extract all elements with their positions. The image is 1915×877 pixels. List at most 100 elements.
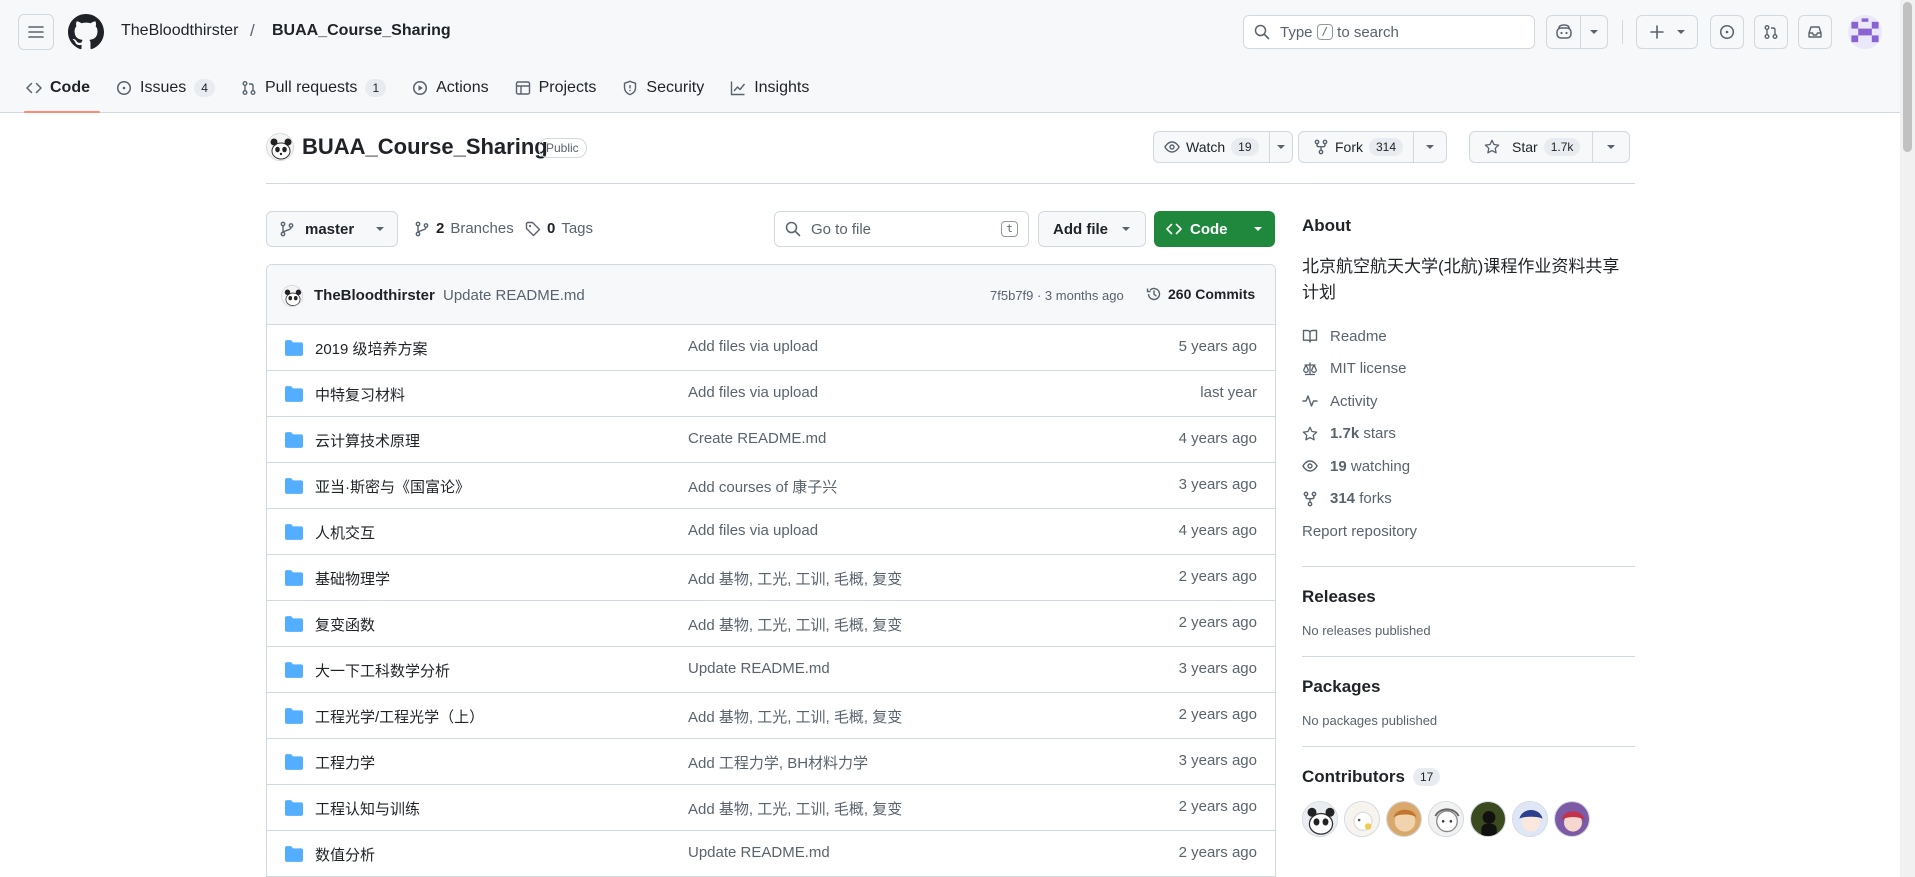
tab-code[interactable]: Code [16,70,100,113]
watching-link[interactable]: 19 watching [1302,450,1635,483]
breadcrumb-owner[interactable]: TheBloodthirster [121,22,238,40]
contributor-avatar[interactable] [1470,800,1506,837]
releases-heading[interactable]: Releases [1302,587,1635,607]
file-row[interactable]: 中特复习材料 Add files via upload last year [267,371,1275,417]
go-to-file-input[interactable]: Go to file t [774,211,1029,247]
license-label: MIT license [1330,360,1407,378]
tab-issues[interactable]: Issues 4 [106,70,225,106]
file-commit-message[interactable]: Add 基物, 工光, 工训, 毛概, 复变 [688,798,902,819]
contributor-avatar[interactable] [1344,800,1380,837]
file-row[interactable]: 云计算技术原理 Create README.md 4 years ago [267,417,1275,463]
file-name[interactable]: 云计算技术原理 [315,430,420,451]
tab-insights[interactable]: Insights [720,70,819,106]
scrollbar-thumb[interactable] [1903,2,1912,152]
file-commit-message[interactable]: Add 基物, 工光, 工训, 毛概, 复变 [688,614,902,635]
commit-hash-time[interactable]: 7f5b7f9 · 3 months ago [990,288,1124,303]
file-name[interactable]: 中特复习材料 [315,384,405,405]
commits-link[interactable]: 260 Commits [1146,286,1255,302]
file-commit-message[interactable]: Add courses of 康子兴 [688,476,837,497]
code-button[interactable]: Code [1154,211,1275,247]
breadcrumb-repo[interactable]: BUAA_Course_Sharing [272,22,451,40]
file-name[interactable]: 复变函数 [315,614,375,635]
file-name[interactable]: 亚当·斯密与《国富论》 [315,476,470,497]
file-row[interactable]: 数值分析 Update README.md 2 years ago [267,831,1275,877]
issues-button[interactable] [1710,15,1744,49]
packages-heading[interactable]: Packages [1302,677,1635,697]
file-name[interactable]: 工程光学/工程光学（上） [315,706,484,727]
search-input[interactable]: Type / to search [1243,15,1535,49]
file-commit-message[interactable]: Update README.md [688,844,830,861]
file-row[interactable]: 大一下工科数学分析 Update README.md 3 years ago [267,647,1275,693]
license-link[interactable]: MIT license [1302,353,1635,386]
contributor-avatar[interactable] [1302,800,1338,837]
fork-button[interactable]: Fork 314 [1299,132,1415,162]
file-commit-message[interactable]: Add files via upload [688,338,818,355]
file-name[interactable]: 工程认知与训练 [315,798,420,819]
watch-button[interactable]: Watch 19 [1154,132,1270,162]
file-name[interactable]: 工程力学 [315,752,375,773]
git-branch-icon [414,221,430,237]
file-commit-message[interactable]: Add 基物, 工光, 工训, 毛概, 复变 [688,568,902,589]
menu-button[interactable] [18,14,54,50]
star-button[interactable]: Star 1.7k [1470,132,1594,162]
file-row[interactable]: 工程光学/工程光学（上） Add 基物, 工光, 工训, 毛概, 复变 2 year… [267,693,1275,739]
contributor-avatar[interactable] [1554,800,1590,837]
file-commit-message[interactable]: Add files via upload [688,522,818,539]
star-dropdown[interactable] [1593,132,1629,162]
create-new-button[interactable] [1636,15,1698,49]
branches-link[interactable]: 2 Branches [414,220,514,237]
commit-author-avatar[interactable] [281,285,303,307]
fork-dropdown[interactable] [1414,132,1446,162]
contributor-avatar[interactable] [1512,800,1548,837]
tab-projects[interactable]: Projects [505,70,607,106]
github-logo-icon[interactable] [68,14,104,50]
shield-icon [622,80,638,96]
file-name[interactable]: 人机交互 [315,522,375,543]
file-commit-message[interactable]: Add files via upload [688,384,818,401]
tab-actions[interactable]: Actions [402,70,498,106]
commit-message[interactable]: Update README.md [443,287,585,304]
file-row[interactable]: 2019 级培养方案 Add files via upload 5 years ag… [267,325,1275,371]
watch-dropdown[interactable] [1270,132,1292,162]
add-file-button[interactable]: Add file [1038,211,1146,247]
report-repository-link[interactable]: Report repository [1302,515,1635,548]
file-name[interactable]: 基础物理学 [315,568,390,589]
tab-security[interactable]: Security [612,70,714,106]
contributor-avatar[interactable] [1386,800,1422,837]
commit-author[interactable]: TheBloodthirster [314,287,435,304]
file-commit-message[interactable]: Add 工程力学, BH材料力学 [688,752,868,773]
page-scrollbar[interactable] [1900,0,1915,877]
file-commit-message[interactable]: Update README.md [688,660,830,677]
inbox-button[interactable] [1798,15,1832,49]
forks-link[interactable]: 314 forks [1302,483,1635,516]
branch-select-button[interactable]: master [266,211,398,247]
activity-link[interactable]: Activity [1302,385,1635,418]
fork-count: 314 [1369,138,1404,156]
copilot-dropdown[interactable] [1581,16,1607,48]
file-commit-message[interactable]: Add 基物, 工光, 工训, 毛概, 复变 [688,706,902,727]
file-name[interactable]: 2019 级培养方案 [315,338,428,359]
tags-link[interactable]: 0 Tags [525,220,593,237]
repo-name[interactable]: BUAA_Course_Sharing [302,134,548,160]
tags-label: Tags [561,220,594,237]
contributors-heading[interactable]: Contributors [1302,767,1405,787]
file-row[interactable]: 复变函数 Add 基物, 工光, 工训, 毛概, 复变 2 years ago [267,601,1275,647]
pull-requests-button[interactable] [1754,15,1788,49]
repo-owner-avatar[interactable] [266,133,294,161]
file-commit-message[interactable]: Create README.md [688,430,826,447]
file-row[interactable]: 基础物理学 Add 基物, 工光, 工训, 毛概, 复变 2 years ago [267,555,1275,601]
table-icon [515,80,531,96]
file-name[interactable]: 大一下工科数学分析 [315,660,450,681]
user-avatar[interactable] [1848,15,1882,49]
file-row[interactable]: 人机交互 Add files via upload 4 years ago [267,509,1275,555]
tab-pull-requests[interactable]: Pull requests 1 [231,70,396,106]
file-row[interactable]: 亚当·斯密与《国富论》 Add courses of 康子兴 3 years ago [267,463,1275,509]
file-name[interactable]: 数值分析 [315,844,375,865]
readme-link[interactable]: Readme [1302,320,1635,353]
file-row[interactable]: 工程力学 Add 工程力学, BH材料力学 3 years ago [267,739,1275,785]
stars-link[interactable]: 1.7k stars [1302,418,1635,451]
copilot-button[interactable] [1547,16,1581,48]
file-row[interactable]: 工程认知与训练 Add 基物, 工光, 工训, 毛概, 复变 2 years ago [267,785,1275,831]
contributor-avatar[interactable] [1428,800,1464,837]
repo-description: 北京航空航天大学(北航)课程作业资料共享计划 [1302,257,1620,302]
